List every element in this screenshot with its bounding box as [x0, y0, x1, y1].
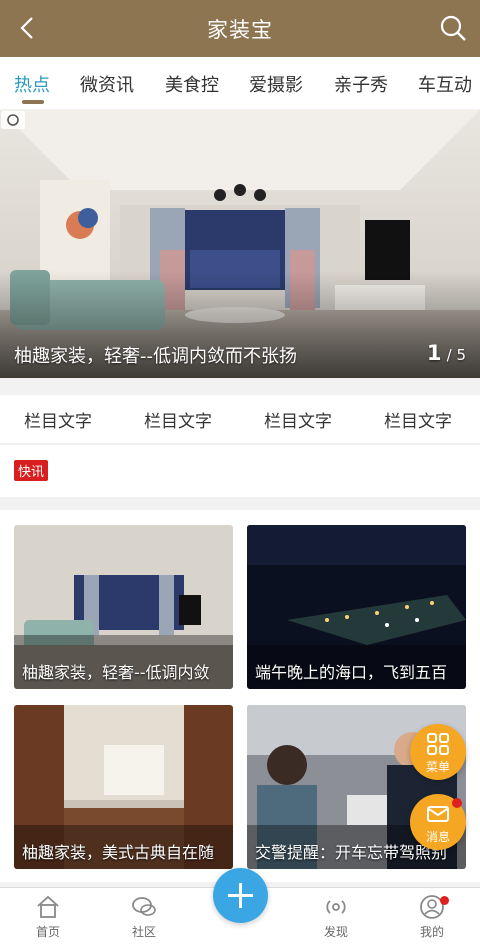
menu-fab[interactable]: 菜单 [410, 724, 466, 780]
column-item[interactable]: 栏目文字 [384, 407, 452, 432]
notification-dot [452, 798, 462, 808]
home-icon [37, 895, 59, 918]
tab-family[interactable]: 亲子秀 [334, 71, 388, 97]
tab-micro-news[interactable]: 微资讯 [80, 71, 134, 97]
message-fab[interactable]: 消息 [410, 794, 466, 850]
nav-community-label: 社区 [131, 925, 156, 939]
post-plus-button[interactable] [213, 868, 268, 923]
column-item[interactable]: 栏目文字 [144, 407, 212, 432]
banner-current-page: 1 [426, 341, 442, 365]
message-fab-label: 消息 [425, 830, 450, 844]
nav-discover-label: 发现 [323, 925, 348, 939]
nav-community[interactable]: 社区 [114, 894, 174, 940]
search-icon[interactable] [438, 13, 468, 43]
nav-discover[interactable]: 发现 [306, 894, 366, 940]
broadcast-icon [326, 900, 346, 914]
column-item[interactable]: 栏目文字 [264, 407, 332, 432]
camera-icon [1, 111, 25, 129]
tab-car[interactable]: 车互动 [418, 71, 472, 97]
article-grid: 柚趣家装，轻奢--低调内敛 端午晚上的海口，飞到五百 柚趣家装，美式古典自在随 … [0, 510, 480, 882]
tab-food[interactable]: 美食控 [165, 71, 219, 97]
column-links: 栏目文字 栏目文字 栏目文字 栏目文字 [0, 395, 480, 443]
tab-photography[interactable]: 爱摄影 [249, 71, 303, 97]
news-flash-badge: 快讯 [14, 460, 49, 481]
article-title: 柚趣家装，轻奢--低调内敛 [22, 663, 210, 682]
tab-hot[interactable]: 热点 [14, 71, 50, 97]
article-card[interactable]: 柚趣家装，轻奢--低调内敛 [14, 525, 233, 689]
news-flash-bar[interactable]: 快讯 [0, 444, 480, 497]
article-card[interactable]: 柚趣家装，美式古典自在随 [14, 705, 233, 869]
article-card[interactable]: 端午晚上的海口，飞到五百 [247, 525, 466, 689]
column-item[interactable]: 栏目文字 [24, 407, 92, 432]
banner-caption: 柚趣家装，轻奢--低调内敛而不张扬 [14, 346, 297, 367]
nav-home-label: 首页 [35, 925, 60, 939]
article-title: 柚趣家装，美式古典自在随 [22, 843, 215, 862]
top-app-bar: 家装宝 [0, 0, 480, 57]
plus-icon-vertical [239, 883, 242, 908]
chat-bubbles-icon [132, 897, 156, 916]
article-title: 端午晚上的海口，飞到五百 [255, 663, 448, 682]
hero-banner[interactable]: 柚趣家装，轻奢--低调内敛而不张扬 1 / 5 [0, 110, 480, 378]
menu-fab-label: 菜单 [425, 760, 450, 774]
banner-page-indicator: 1 / 5 [427, 341, 466, 365]
tab-active-indicator [22, 100, 44, 104]
mail-icon [427, 806, 449, 822]
banner-total-pages: / 5 [446, 346, 466, 364]
bottom-navigation: 首页 社区 发现 我的 [0, 868, 480, 947]
nav-mine-label: 我的 [419, 925, 444, 939]
nav-home[interactable]: 首页 [18, 894, 78, 940]
living-room-photo [0, 110, 480, 378]
grid-menu-icon [427, 733, 449, 755]
notification-dot [440, 896, 449, 905]
nav-mine[interactable]: 我的 [402, 894, 462, 940]
app-title: 家装宝 [207, 18, 273, 42]
category-tabs: 热点 微资讯 美食控 爱摄影 亲子秀 车互动 [0, 57, 480, 109]
